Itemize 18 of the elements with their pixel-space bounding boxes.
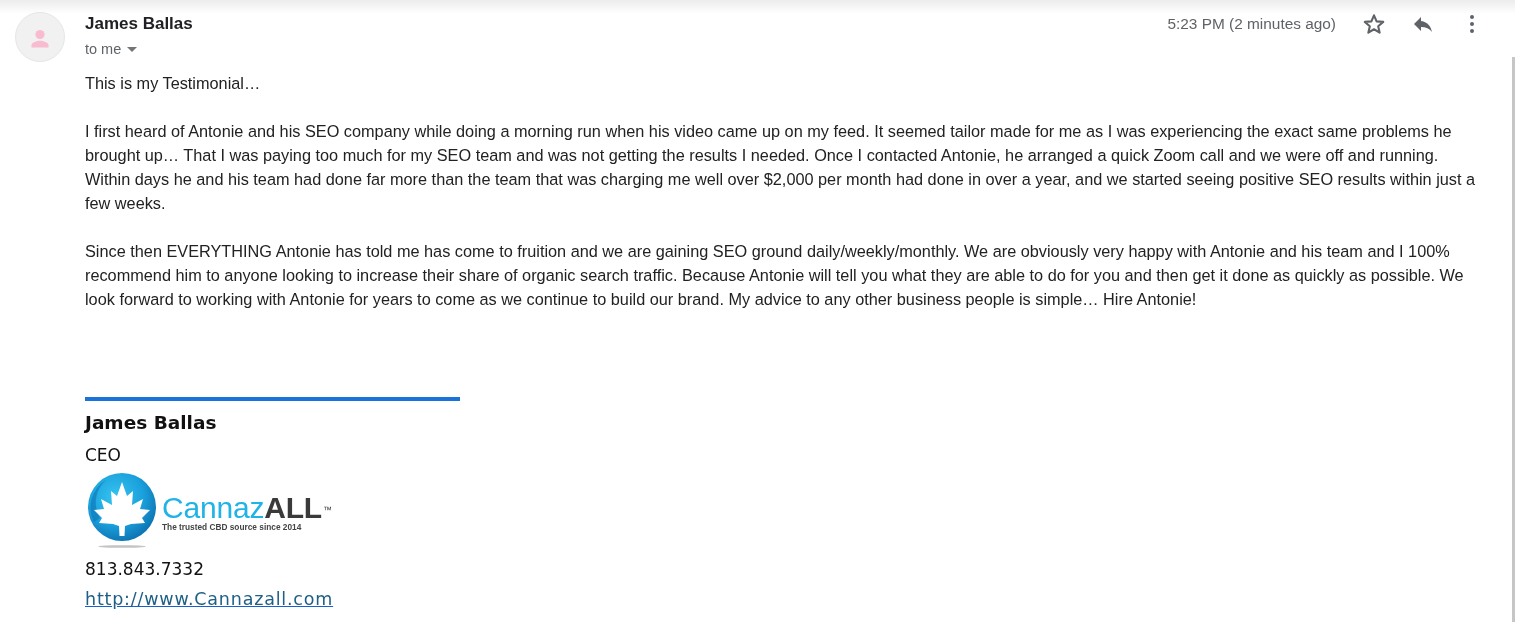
more-options-icon[interactable] [1470,15,1474,33]
signature-name: James Ballas [85,411,218,435]
message-paragraph: Since then EVERYTHING Antonie has told me has come to fruition and we are gaining SEO ground daily/weekly/monthly. We are obviously very happy with Antonie and his team and I 100% recommend him to anyone looking to increase their share of organic search traffic. Because Antonie will tell you what they are able to do for you and then get it done as quickly as possible. We look forward to working with Antonie for years to come as we continue to build our brand. My advice to any other business people is simple… Hire Antonie! [85,241,1465,310]
logo-tagline: The trusted CBD source since 2014 [162,522,303,532]
message-paragraph: I first heard of Antonie and his SEO company while doing a morning run when his video came up on my feed. It seemed tailor made for me as I was experiencing the exact same problems he brought up… That I was paying too much for my SEO team and was not getting the results I needed. Once I contacted Antonie, he arranged a quick Zoom call and we were off and running. Within days he and his team had done far more than the team that was charging me well over $2,000 per month had done in over a year, and we started seeing positive SEO results within just a few weeks. [85,121,1477,214]
star-icon[interactable] [1363,13,1385,35]
message-paragraph: This is my Testimonial… [85,73,262,94]
maple-leaf-logo-icon [86,472,158,548]
website-link[interactable]: http://www.Cannazall.com [85,586,334,612]
caret-icon[interactable] [127,46,138,52]
recipient-text: to me [85,40,122,59]
signature-title: CEO [85,444,122,467]
sender-name: James Ballas [85,13,193,35]
scrollbar-thumb[interactable] [1512,57,1515,622]
timestamp: 5:23 PM (2 minutes ago) [1167,14,1336,35]
avatar-icon [15,12,65,62]
reply-icon[interactable] [1413,16,1433,32]
phone-number: 813.843.7332 [85,558,205,581]
